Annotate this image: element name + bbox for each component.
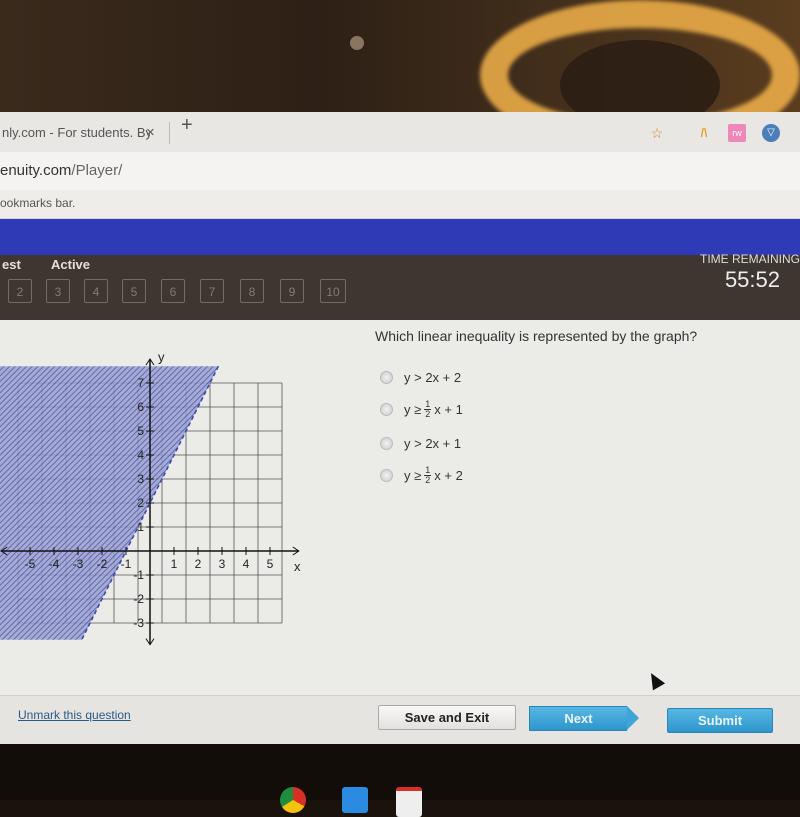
fraction-numerator: 1 (424, 398, 432, 410)
x-tick-label: -1 (121, 557, 132, 571)
radio-button[interactable] (380, 436, 393, 450)
save-and-exit-button[interactable]: Save and Exit (378, 705, 516, 730)
y-tick-label: -2 (133, 592, 144, 606)
option-rhs: x + 2 (434, 467, 463, 483)
fraction: 1 2 (424, 398, 432, 419)
answer-option-2[interactable]: y ≥ 1 2 x + 1 (380, 398, 463, 420)
question-nav-5[interactable]: 5 (122, 279, 146, 303)
x-tick-label: -4 (49, 557, 60, 571)
y-axis-label: y (158, 349, 165, 364)
question-nav-10[interactable]: 10 (320, 279, 346, 303)
webcam (350, 36, 364, 50)
question-nav-3[interactable]: 3 (46, 279, 70, 303)
unmark-question-link[interactable]: Unmark this question (18, 708, 131, 722)
inequality-graph: -5 -4 -3 -2 -1 1 2 3 4 5 7 6 5 4 3 2 1 -1 -2 -3 x y (0, 349, 301, 646)
fraction-denominator: 2 (425, 474, 431, 485)
y-tick-label: 6 (137, 400, 144, 414)
x-tick-label: -5 (25, 557, 36, 571)
test-label: est (2, 257, 21, 272)
url-path: /Player/ (71, 162, 123, 179)
option-text: y > 2x + 1 (404, 435, 462, 451)
y-tick-label: 3 (137, 472, 144, 486)
status-label: Active (51, 257, 91, 272)
time-remaining-value: 55:52 (724, 267, 780, 292)
radio-button[interactable] (380, 468, 393, 482)
quiz-toolbar: est Active 2 3 4 5 6 7 8 9 10 TIME REMAI… (0, 252, 800, 320)
answer-option-1[interactable]: y > 2x + 2 (380, 366, 461, 388)
tab-separator (169, 122, 170, 144)
new-tab-button[interactable]: + (181, 114, 193, 137)
browser-tabstrip: nly.com - For students. By st × + (0, 112, 800, 152)
answer-option-4[interactable]: y ≥ 1 2 x + 2 (380, 464, 463, 486)
y-tick-label: 2 (137, 496, 144, 510)
question-nav-7[interactable]: 7 (200, 279, 224, 303)
app-banner (0, 219, 800, 255)
submit-button[interactable]: Submit (667, 708, 773, 733)
chrome-icon[interactable] (280, 787, 306, 813)
question-nav-2[interactable]: 2 (8, 279, 32, 303)
fraction-numerator: 1 (424, 464, 432, 476)
x-tick-label: 4 (243, 557, 250, 571)
gmail-icon[interactable] (396, 787, 422, 817)
x-tick-label: 2 (195, 557, 202, 571)
radio-button[interactable] (380, 402, 393, 416)
radio-button[interactable] (380, 370, 393, 384)
x-tick-label: -2 (97, 557, 108, 571)
option-lhs: y ≥ (404, 401, 422, 417)
extension-shield-icon[interactable]: ▽ (762, 124, 780, 142)
y-tick-label: -1 (133, 568, 144, 582)
address-bar[interactable]: enuity.com/Player/ (0, 152, 800, 190)
bookmarks-bar: ookmarks bar. (0, 190, 800, 219)
question-nav-9[interactable]: 9 (280, 279, 304, 303)
x-axis-label: x (294, 559, 301, 574)
close-tab-icon[interactable]: × (146, 118, 155, 148)
extension-a-icon[interactable]: /\ (695, 124, 713, 142)
option-text: y > 2x + 2 (404, 369, 462, 385)
url-host: enuity.com (0, 162, 72, 179)
question-nav-6[interactable]: 6 (161, 279, 185, 303)
browser-tab[interactable]: nly.com - For students. By st × (0, 118, 177, 148)
x-tick-label: 1 (171, 557, 178, 571)
option-rhs: x + 1 (434, 401, 463, 417)
url[interactable]: enuity.com/Player/ (0, 162, 122, 179)
y-tick-label: -3 (133, 616, 144, 630)
docs-icon[interactable] (342, 787, 368, 813)
time-remaining-label: TIME REMAINING (699, 252, 800, 266)
answer-option-3[interactable]: y > 2x + 1 (380, 432, 461, 454)
question-content: -5 -4 -3 -2 -1 1 2 3 4 5 7 6 5 4 3 2 1 -1 -2 -3 x y Which lin… (0, 320, 800, 695)
fraction: 1 2 (424, 464, 432, 485)
fraction-denominator: 2 (425, 408, 431, 419)
y-tick-label: 7 (137, 376, 144, 390)
y-tick-label: 1 (137, 520, 144, 534)
tab-title: nly.com - For students. By st (2, 125, 150, 140)
x-tick-label: 3 (219, 557, 226, 571)
question-nav-4[interactable]: 4 (84, 279, 108, 303)
next-arrow-icon[interactable] (627, 706, 639, 730)
question-nav-8[interactable]: 8 (240, 279, 264, 303)
question-prompt: Which linear inequality is represented b… (375, 328, 698, 344)
x-tick-label: -3 (73, 557, 84, 571)
option-lhs: y ≥ (404, 467, 422, 483)
next-button[interactable]: Next (529, 706, 627, 731)
bookmark-star-icon[interactable]: ☆ (648, 124, 666, 142)
x-tick-label: 5 (267, 557, 274, 571)
y-tick-label: 4 (137, 448, 144, 462)
y-tick-label: 5 (137, 424, 144, 438)
extension-puzzle-icon[interactable]: rw (728, 124, 746, 142)
bookmarks-bar-text: ookmarks bar. (0, 196, 76, 210)
